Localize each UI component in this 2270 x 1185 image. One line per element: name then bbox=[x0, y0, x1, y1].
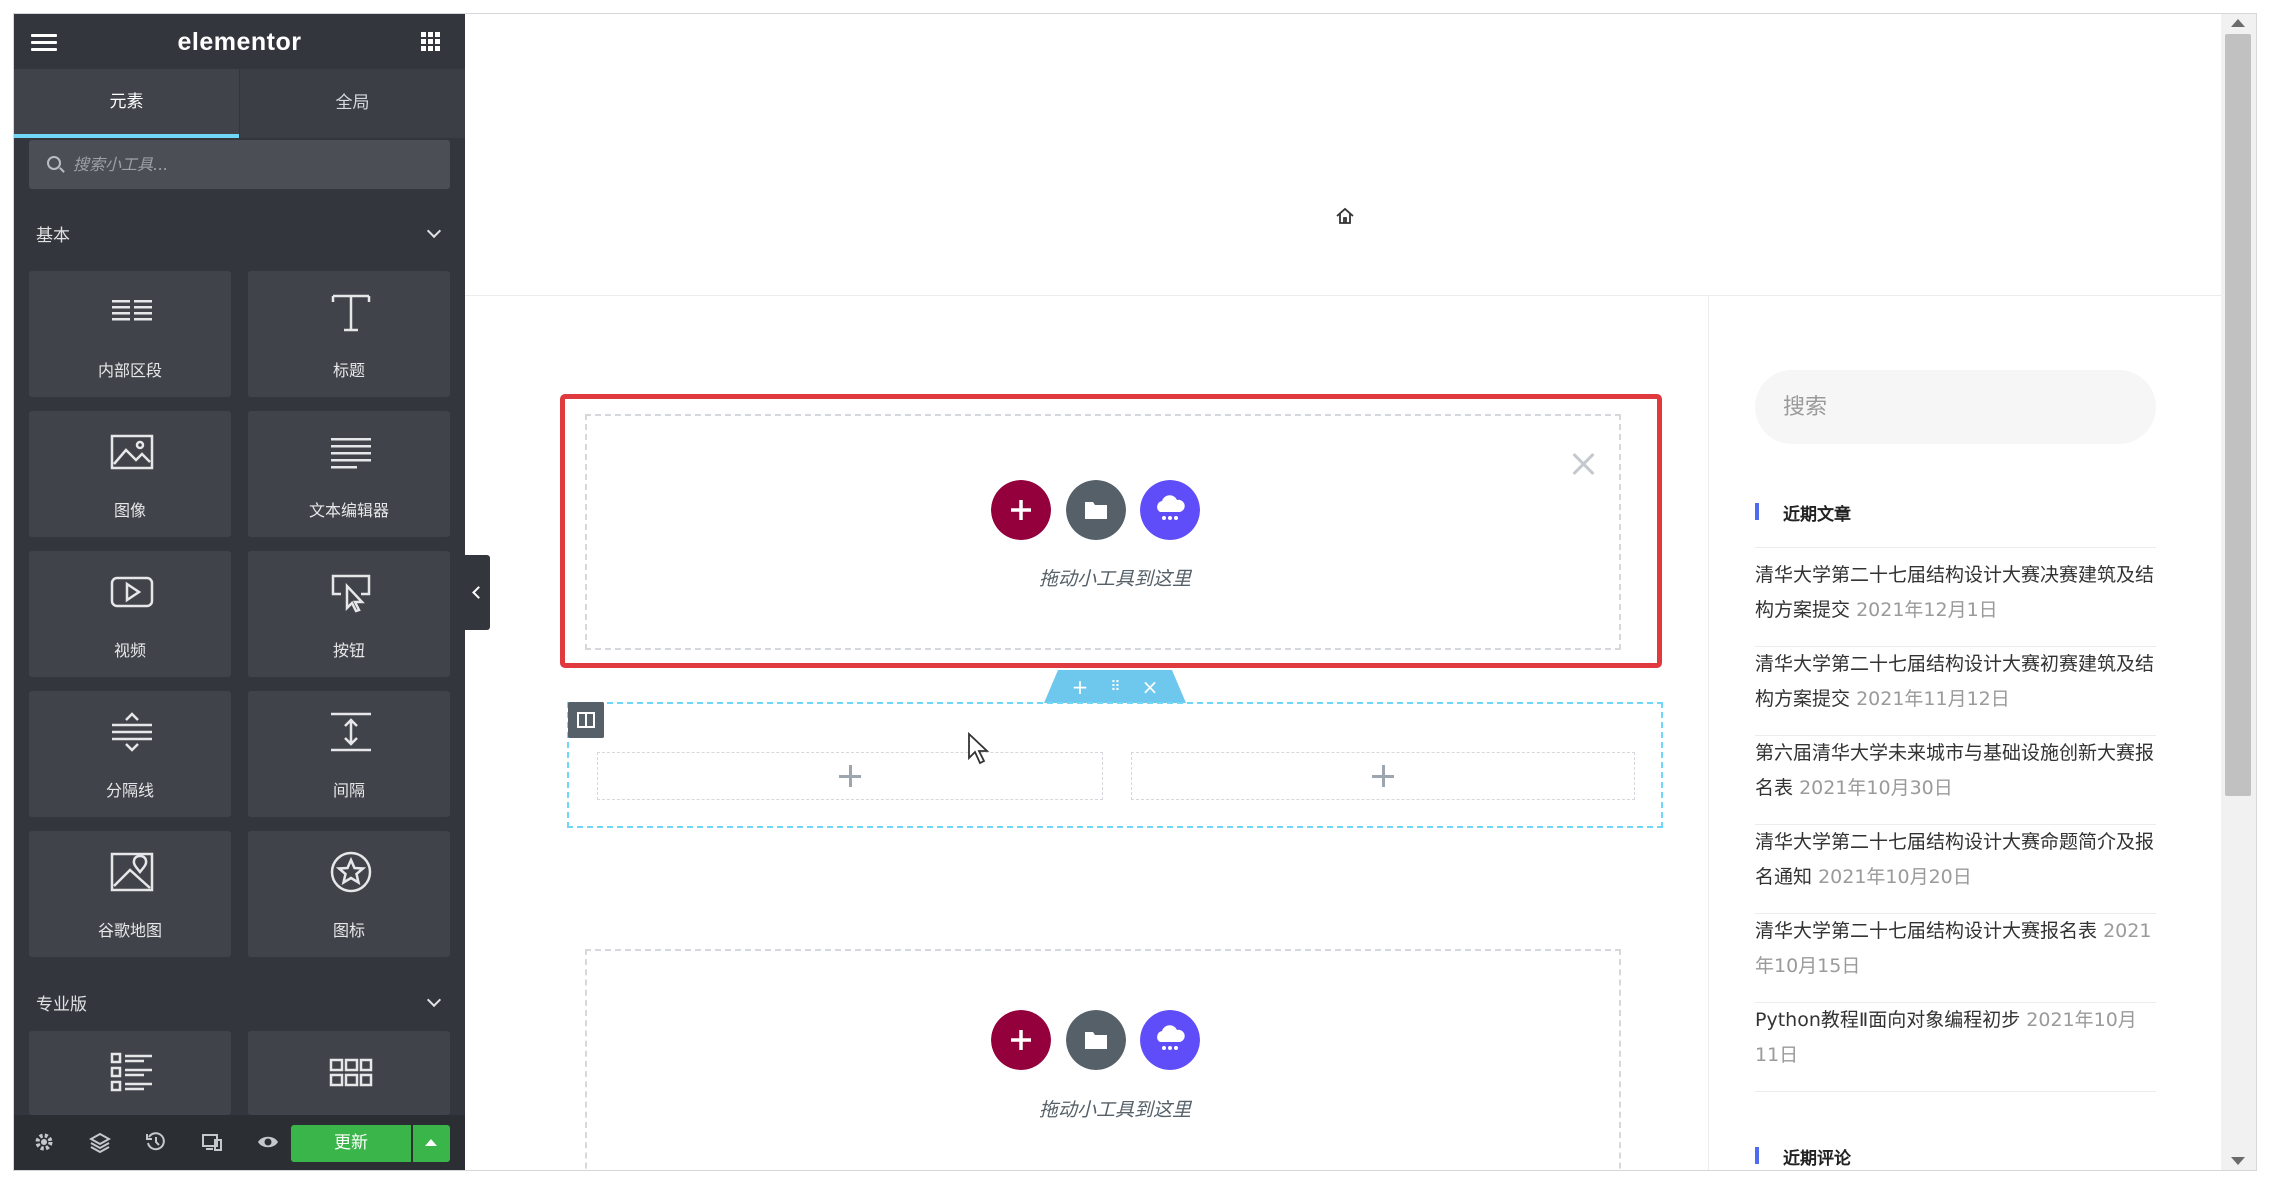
scroll-down-arrow-icon[interactable] bbox=[2231, 1157, 2245, 1165]
widget-label: 分隔线 bbox=[105, 781, 154, 800]
widget-label: 视频 bbox=[113, 641, 146, 660]
widget-label: 按钮 bbox=[332, 641, 365, 660]
drag-handle-icon[interactable]: ⠿ bbox=[1103, 675, 1127, 699]
widgets-grid-icon[interactable] bbox=[421, 32, 441, 52]
divider bbox=[1755, 547, 2156, 548]
tab-elements[interactable]: 元素 bbox=[14, 69, 239, 138]
recent-post-item[interactable]: 清华大学第二十七届结构设计大赛命题简介及报名通知 2021年10月20日 bbox=[1755, 825, 2156, 914]
widget-google-maps[interactable]: 谷歌地图 bbox=[29, 831, 231, 957]
drop-hint-text: 拖动小工具到这里 bbox=[1038, 568, 1191, 590]
post-date: 2021年10月30日 bbox=[1799, 777, 1953, 799]
widget-button[interactable]: 按钮 bbox=[248, 551, 450, 677]
widget-label: 图像 bbox=[113, 501, 146, 520]
portfolio-icon bbox=[329, 1058, 373, 1087]
inner-section-icon bbox=[112, 300, 152, 321]
section-handle: + ⠿ × bbox=[1044, 670, 1186, 703]
column-drop-right[interactable] bbox=[1131, 752, 1635, 800]
history-icon[interactable] bbox=[145, 1131, 167, 1153]
elementor-panel: elementor 元素 全局 基本 内部区段 bbox=[14, 14, 465, 1170]
video-icon bbox=[110, 576, 154, 608]
elementor-logo: elementor bbox=[177, 28, 302, 56]
text-editor-icon bbox=[331, 438, 371, 469]
spacer-icon bbox=[331, 712, 371, 752]
recent-post-item[interactable]: Python教程Ⅱ面向对象编程初步 2021年10月11日 bbox=[1755, 1003, 2156, 1092]
recent-comments-title: 近期评论 bbox=[1755, 1144, 1851, 1169]
ai-cloud-button[interactable] bbox=[1140, 480, 1200, 540]
browser-viewport: elementor 元素 全局 基本 内部区段 bbox=[14, 14, 2256, 1170]
widget-inner-section[interactable]: 内部区段 bbox=[29, 271, 231, 397]
scroll-up-arrow-icon[interactable] bbox=[2231, 19, 2245, 27]
widget-label: 图标 bbox=[332, 921, 365, 940]
panel-header: elementor bbox=[14, 14, 465, 69]
image-icon bbox=[110, 434, 154, 470]
mouse-cursor-icon bbox=[968, 732, 990, 765]
panel-tabs: 元素 全局 bbox=[14, 69, 465, 138]
widget-label: 间隔 bbox=[332, 781, 365, 800]
widget-label: 文本编辑器 bbox=[308, 501, 389, 520]
add-template-button[interactable] bbox=[1066, 1010, 1126, 1070]
posts-icon bbox=[110, 1052, 152, 1092]
site-header bbox=[465, 14, 2221, 296]
panel-footer: 更新 bbox=[14, 1115, 465, 1170]
recent-posts-title: 近期文章 bbox=[1755, 500, 1851, 525]
post-date: 2021年12月1日 bbox=[1856, 599, 1998, 621]
recent-post-item[interactable]: 清华大学第二十七届结构设计大赛报名表 2021年10月15日 bbox=[1755, 914, 2156, 1003]
recent-post-item[interactable]: 第六届清华大学未来城市与基础设施创新大赛报名表 2021年10月30日 bbox=[1755, 736, 2156, 825]
chevron-down-icon[interactable] bbox=[426, 223, 442, 239]
save-options-caret-icon[interactable] bbox=[413, 1125, 450, 1162]
widget-portfolio[interactable] bbox=[248, 1031, 450, 1115]
add-icon[interactable]: + bbox=[1068, 675, 1092, 699]
add-section-button[interactable] bbox=[991, 1010, 1051, 1070]
site-search-input[interactable] bbox=[1755, 370, 2156, 444]
widget-icon[interactable]: 图标 bbox=[248, 831, 450, 957]
add-widget-icon[interactable] bbox=[1372, 765, 1394, 787]
post-title[interactable]: 清华大学第二十七届结构设计大赛报名表 bbox=[1755, 920, 2097, 942]
add-section-button[interactable] bbox=[991, 480, 1051, 540]
divider-icon bbox=[112, 712, 152, 752]
tab-global[interactable]: 全局 bbox=[240, 69, 465, 138]
update-button[interactable]: 更新 bbox=[291, 1125, 411, 1162]
ai-cloud-button[interactable] bbox=[1140, 1010, 1200, 1070]
add-widget-icon[interactable] bbox=[839, 765, 861, 787]
post-title[interactable]: Python教程Ⅱ面向对象编程初步 bbox=[1755, 1009, 2020, 1031]
star-icon bbox=[330, 851, 372, 893]
navigator-icon[interactable] bbox=[89, 1131, 111, 1153]
widget-posts[interactable] bbox=[29, 1031, 231, 1115]
add-template-button[interactable] bbox=[1066, 480, 1126, 540]
home-icon[interactable] bbox=[1335, 206, 1355, 226]
column-drop-left[interactable] bbox=[597, 752, 1103, 800]
widget-label: 标题 bbox=[332, 361, 365, 380]
post-date: 2021年10月20日 bbox=[1818, 866, 1972, 888]
preview-eye-icon[interactable] bbox=[257, 1131, 279, 1153]
widget-spacer[interactable]: 间隔 bbox=[248, 691, 450, 817]
settings-icon[interactable] bbox=[33, 1131, 55, 1153]
heading-icon bbox=[331, 294, 371, 332]
widget-search-input[interactable] bbox=[73, 140, 433, 189]
category-basic-title[interactable]: 基本 bbox=[36, 221, 70, 246]
widget-label: 内部区段 bbox=[97, 361, 162, 380]
column-layout-icon[interactable] bbox=[568, 702, 604, 738]
close-icon[interactable] bbox=[1570, 450, 1598, 478]
recent-post-item[interactable]: 清华大学第二十七届结构设计大赛决赛建筑及结构方案提交 2021年12月1日 bbox=[1755, 558, 2156, 647]
drop-hint-text: 拖动小工具到这里 bbox=[1038, 1099, 1191, 1121]
delete-icon[interactable]: × bbox=[1138, 675, 1162, 699]
collapse-panel-button[interactable] bbox=[465, 555, 490, 630]
widget-heading[interactable]: 标题 bbox=[248, 271, 450, 397]
widget-video[interactable]: 视频 bbox=[29, 551, 231, 677]
recent-post-item[interactable]: 清华大学第二十七届结构设计大赛初赛建筑及结构方案提交 2021年11月12日 bbox=[1755, 647, 2156, 736]
widget-divider[interactable]: 分隔线 bbox=[29, 691, 231, 817]
post-date: 2021年11月12日 bbox=[1856, 688, 2010, 710]
widget-text-editor[interactable]: 文本编辑器 bbox=[248, 411, 450, 537]
preview-canvas: 拖动小工具到这里 + ⠿ × 拖动小工具到这里 搜索 近期文章 清华大学第二十七… bbox=[465, 14, 2256, 1170]
google-maps-icon bbox=[110, 852, 154, 892]
widget-label: 谷歌地图 bbox=[97, 921, 162, 940]
scrollbar-thumb[interactable] bbox=[2225, 34, 2251, 796]
widget-image[interactable]: 图像 bbox=[29, 411, 231, 537]
search-icon bbox=[47, 156, 61, 170]
chevron-down-icon[interactable] bbox=[426, 992, 442, 1008]
button-icon bbox=[331, 574, 371, 613]
widget-search bbox=[29, 140, 450, 189]
responsive-icon[interactable] bbox=[201, 1131, 223, 1153]
category-pro-title[interactable]: 专业版 bbox=[36, 990, 87, 1015]
